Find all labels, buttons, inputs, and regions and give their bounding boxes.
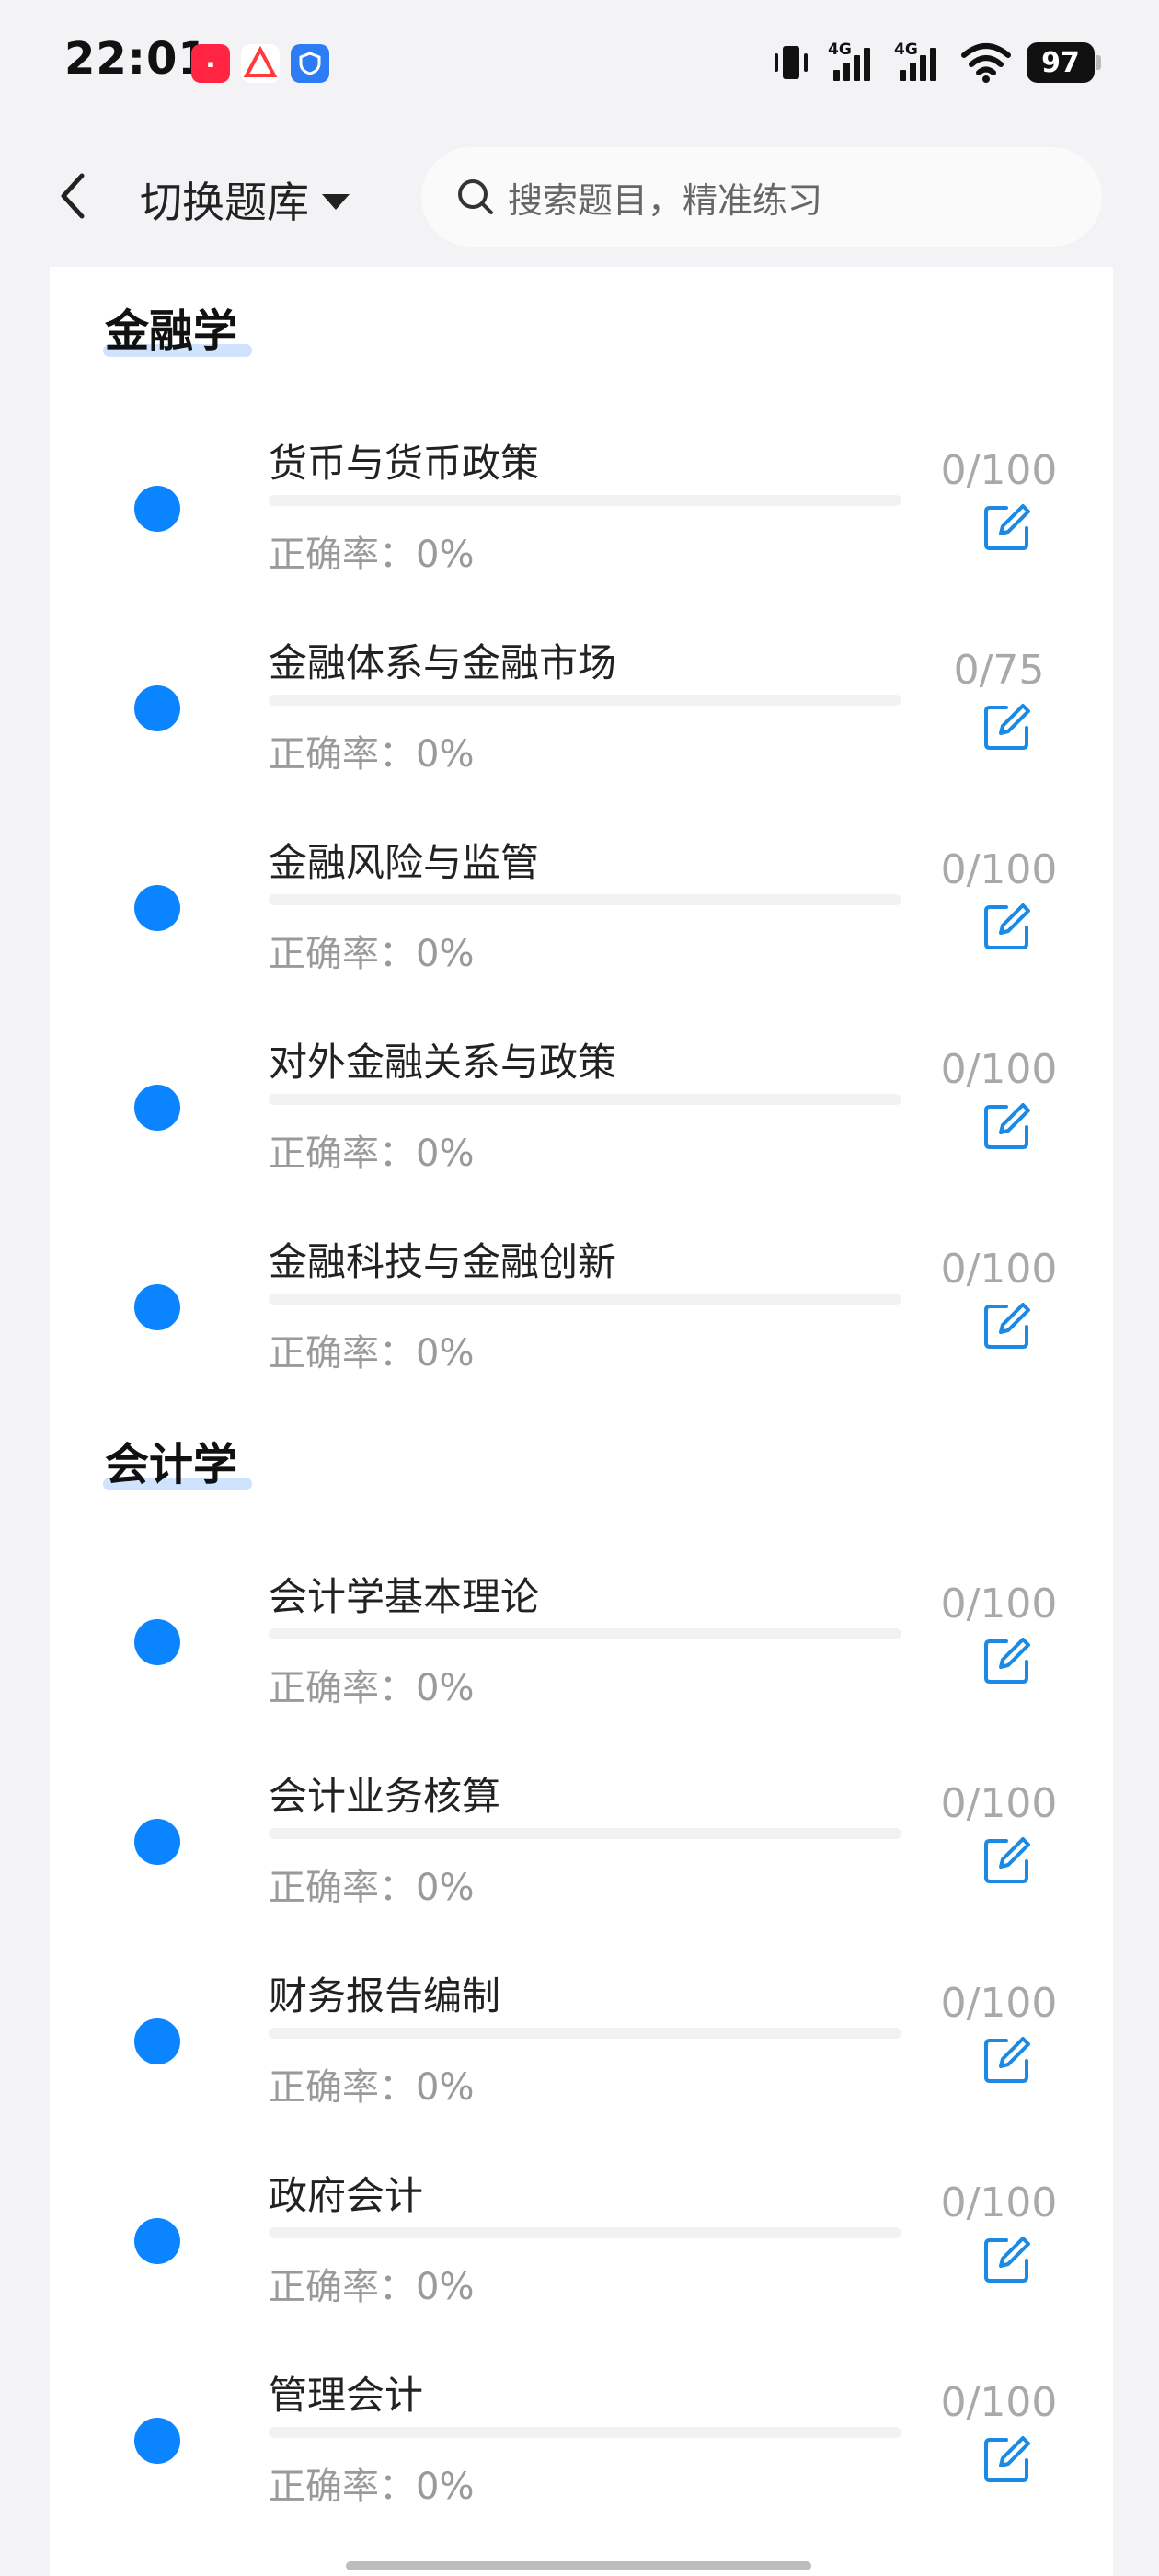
status-dot bbox=[134, 885, 180, 931]
section-title: 金融学 bbox=[103, 294, 252, 359]
accuracy-text: 正确率：0% bbox=[269, 2466, 475, 2508]
edit-icon[interactable] bbox=[982, 502, 1032, 552]
switch-bank-label: 切换题库 bbox=[140, 178, 309, 227]
list-item[interactable]: 管理会计 正确率：0% 0/100 bbox=[50, 2337, 1113, 2521]
status-dot bbox=[134, 1619, 180, 1665]
section-title: 会计学 bbox=[103, 1428, 252, 1492]
status-dot bbox=[134, 2218, 180, 2264]
list-item[interactable]: 财务报告编制 正确率：0% 0/100 bbox=[50, 1938, 1113, 2122]
item-title: 政府会计 bbox=[269, 2173, 424, 2218]
shield-app-icon bbox=[291, 44, 329, 83]
list-item[interactable]: 会计业务核算 正确率：0% 0/100 bbox=[50, 1738, 1113, 1922]
item-title: 对外金融关系与政策 bbox=[269, 1040, 617, 1085]
list-item[interactable]: 金融科技与金融创新 正确率：0% 0/100 bbox=[50, 1203, 1113, 1387]
status-dot bbox=[134, 2018, 180, 2064]
progress-bar bbox=[269, 2028, 901, 2039]
question-count: 0/100 bbox=[940, 447, 1058, 494]
progress-bar bbox=[269, 894, 901, 905]
accuracy-text: 正确率：0% bbox=[269, 2266, 475, 2308]
accuracy-text: 正确率：0% bbox=[269, 1332, 475, 1374]
home-indicator[interactable] bbox=[346, 2561, 811, 2570]
item-title: 管理会计 bbox=[269, 2373, 424, 2418]
question-count: 0/100 bbox=[940, 2379, 1058, 2426]
status-dot bbox=[134, 685, 180, 731]
signal-icon: 4G bbox=[828, 40, 879, 85]
list-item[interactable]: 对外金融关系与政策 正确率：0% 0/100 bbox=[50, 1004, 1113, 1188]
signal-icon-2: 4G bbox=[894, 40, 946, 85]
accuracy-text: 正确率：0% bbox=[269, 534, 475, 576]
list-item[interactable]: 政府会计 正确率：0% 0/100 bbox=[50, 2137, 1113, 2321]
status-bar: 22:01 ▪ 4G 4G 97 bbox=[0, 0, 1159, 129]
question-count: 0/100 bbox=[940, 2179, 1058, 2226]
caret-down-icon bbox=[322, 193, 350, 210]
progress-bar bbox=[269, 2427, 901, 2438]
item-title: 金融科技与金融创新 bbox=[269, 1239, 617, 1284]
section-title-text: 会计学 bbox=[105, 1439, 238, 1490]
item-title: 货币与货币政策 bbox=[269, 441, 540, 486]
edit-icon[interactable] bbox=[982, 702, 1032, 752]
list-item[interactable]: 金融体系与金融市场 正确率：0% 0/75 bbox=[50, 604, 1113, 788]
list-item[interactable]: 会计学基本理论 正确率：0% 0/100 bbox=[50, 1538, 1113, 1722]
wifi-icon bbox=[961, 43, 1011, 83]
accuracy-text: 正确率：0% bbox=[269, 1667, 475, 1709]
item-title: 会计学基本理论 bbox=[269, 1574, 540, 1619]
question-count: 0/75 bbox=[953, 647, 1045, 694]
switch-question-bank-button[interactable]: 切换题库 bbox=[140, 169, 350, 230]
back-button[interactable] bbox=[50, 164, 96, 228]
edit-icon[interactable] bbox=[982, 1301, 1032, 1351]
progress-bar bbox=[269, 1294, 901, 1305]
accuracy-text: 正确率：0% bbox=[269, 1133, 475, 1175]
vibrate-icon bbox=[775, 46, 808, 79]
progress-bar bbox=[269, 1828, 901, 1839]
status-icons: 4G 4G 97 bbox=[769, 37, 1101, 88]
question-count: 0/100 bbox=[940, 1246, 1058, 1293]
edit-icon[interactable] bbox=[982, 2035, 1032, 2085]
item-title: 会计业务核算 bbox=[269, 1774, 501, 1819]
search-input[interactable]: 搜索题目，精准练习 bbox=[421, 147, 1102, 247]
status-dot bbox=[134, 486, 180, 532]
progress-bar bbox=[269, 2227, 901, 2238]
battery-icon: 97 bbox=[1027, 42, 1101, 83]
question-bank-list: 金融学 货币与货币政策 正确率：0% 0/100 金融体系与金融市场 正确率：0… bbox=[50, 267, 1113, 2576]
item-title: 金融风险与监管 bbox=[269, 840, 540, 885]
status-dot bbox=[134, 1085, 180, 1131]
progress-bar bbox=[269, 695, 901, 706]
question-count: 0/100 bbox=[940, 1581, 1058, 1627]
edit-icon[interactable] bbox=[982, 902, 1032, 951]
search-placeholder: 搜索题目，精准练习 bbox=[508, 179, 823, 221]
status-dot bbox=[134, 2418, 180, 2464]
progress-bar bbox=[269, 1628, 901, 1639]
question-count: 0/100 bbox=[940, 846, 1058, 893]
item-title: 金融体系与金融市场 bbox=[269, 640, 617, 685]
triangle-app-icon bbox=[241, 44, 280, 83]
section-title-text: 金融学 bbox=[105, 305, 238, 357]
status-dot bbox=[134, 1819, 180, 1865]
question-count: 0/100 bbox=[940, 1980, 1058, 2027]
edit-icon[interactable] bbox=[982, 2434, 1032, 2484]
progress-bar bbox=[269, 1094, 901, 1105]
question-count: 0/100 bbox=[940, 1780, 1058, 1827]
edit-icon[interactable] bbox=[982, 2235, 1032, 2284]
edit-icon[interactable] bbox=[982, 1101, 1032, 1151]
back-arrow-icon bbox=[61, 173, 85, 219]
edit-icon[interactable] bbox=[982, 1835, 1032, 1885]
accuracy-text: 正确率：0% bbox=[269, 2066, 475, 2109]
top-navigation: 切换题库 搜索题目，精准练习 bbox=[0, 129, 1159, 267]
status-dot bbox=[134, 1284, 180, 1330]
accuracy-text: 正确率：0% bbox=[269, 733, 475, 776]
list-item[interactable]: 货币与货币政策 正确率：0% 0/100 bbox=[50, 405, 1113, 589]
status-time: 22:01 bbox=[64, 33, 210, 85]
question-count: 0/100 bbox=[940, 1046, 1058, 1093]
accuracy-text: 正确率：0% bbox=[269, 1867, 475, 1909]
progress-bar bbox=[269, 495, 901, 506]
search-icon bbox=[458, 179, 493, 214]
accuracy-text: 正确率：0% bbox=[269, 933, 475, 975]
battery-level: 97 bbox=[1041, 46, 1080, 79]
edit-icon[interactable] bbox=[982, 1636, 1032, 1685]
xiaohongshu-app-icon: ▪ bbox=[191, 44, 230, 83]
item-title: 财务报告编制 bbox=[269, 1973, 501, 2018]
list-item[interactable]: 金融风险与监管 正确率：0% 0/100 bbox=[50, 804, 1113, 988]
